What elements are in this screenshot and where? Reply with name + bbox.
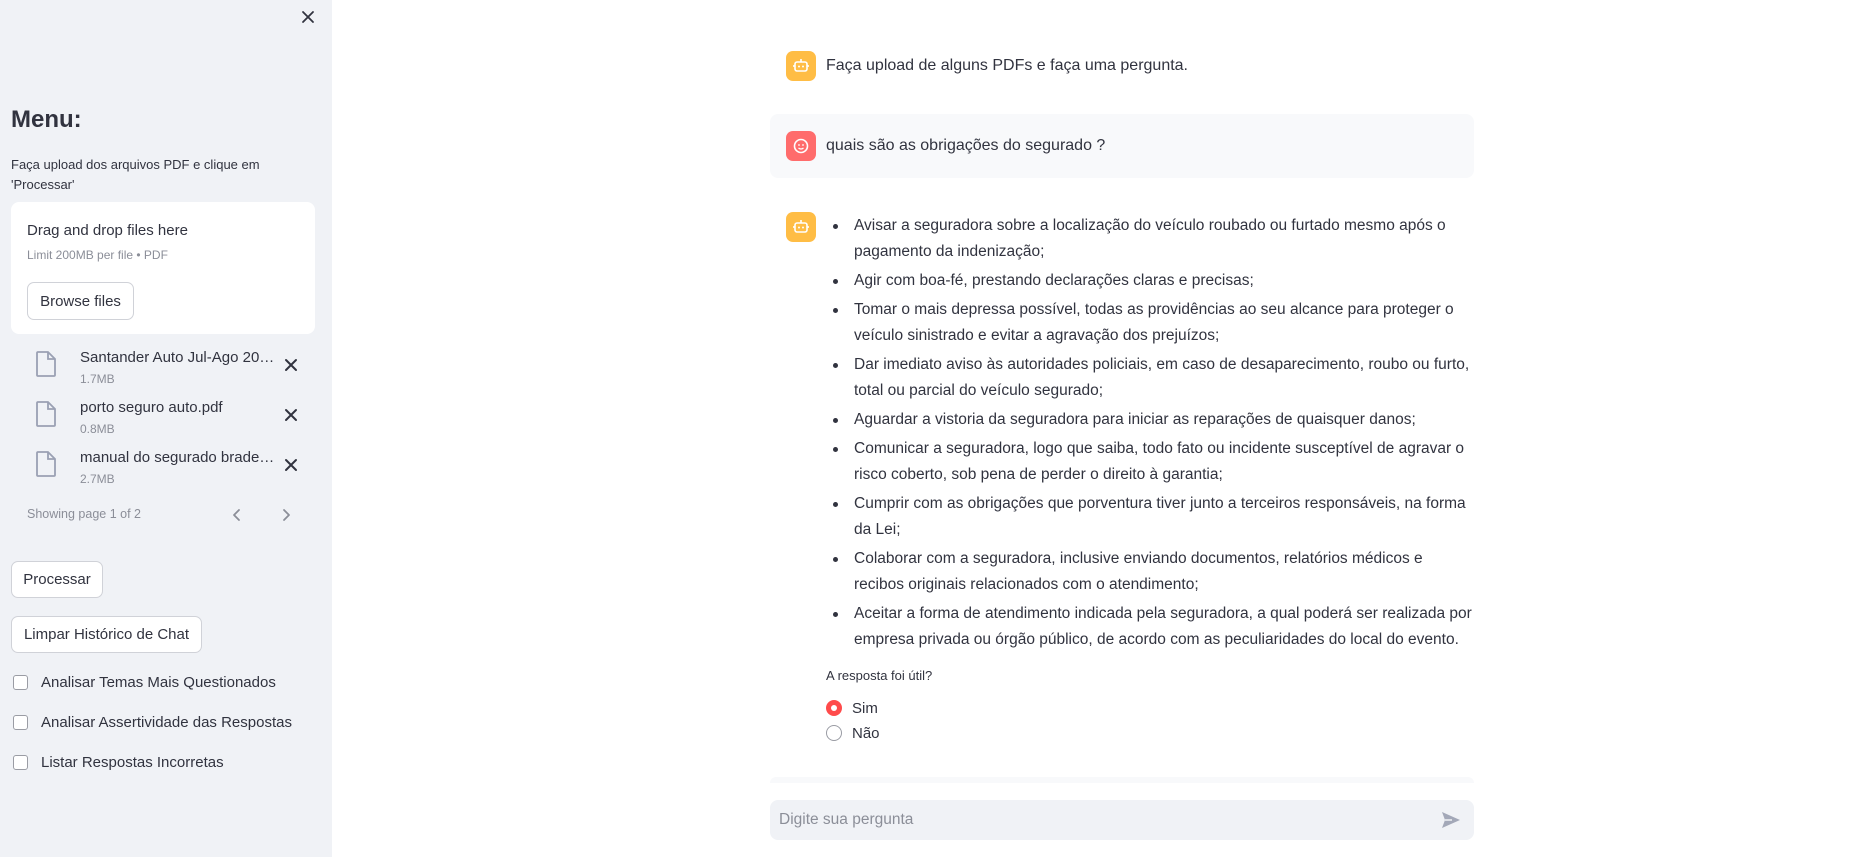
bot-greeting-message: Faça upload de alguns PDFs e faça uma pe…	[826, 57, 1188, 74]
file-size: 2.7MB	[80, 472, 115, 486]
file-name: Santander Auto Jul-Ago 2023.pdf	[80, 349, 280, 366]
file-size: 1.7MB	[80, 372, 115, 386]
list-item: Agir com boa-fé, prestando declarações c…	[826, 268, 1476, 294]
file-item: manual do segurado bradesco.pdf 2.7MB	[11, 445, 315, 495]
sidebar-description: Faça upload dos arquivos PDF e clique em…	[11, 157, 260, 192]
list-item: Comunicar a seguradora, logo que saiba, …	[826, 436, 1476, 488]
file-item: Santander Auto Jul-Ago 2023.pdf 1.7MB	[11, 345, 315, 395]
file-icon	[35, 351, 57, 377]
browse-files-button[interactable]: Browse files	[27, 282, 134, 320]
process-button[interactable]: Processar	[11, 561, 103, 598]
uploaded-file-list: Santander Auto Jul-Ago 2023.pdf 1.7MB po…	[11, 345, 315, 495]
checkbox-analyze-accuracy[interactable]: Analisar Assertividade das Respostas	[13, 711, 292, 733]
send-icon[interactable]	[1440, 809, 1462, 831]
clear-chat-button[interactable]: Limpar Histórico de Chat	[11, 616, 202, 653]
checkbox-label: Listar Respostas Incorretas	[41, 753, 224, 771]
list-item: Colaborar com a seguradora, inclusive en…	[826, 546, 1476, 598]
checkbox[interactable]	[13, 674, 28, 690]
checkbox-label: Analisar Temas Mais Questionados	[41, 673, 276, 691]
feedback-question: A resposta foi útil?	[826, 668, 933, 683]
user-avatar-icon	[786, 131, 816, 161]
chevron-right-icon[interactable]	[279, 508, 293, 522]
list-item: Dar imediato aviso às autoridades polici…	[826, 352, 1476, 404]
dropzone-limit: Limit 200MB per file • PDF	[27, 248, 168, 262]
chevron-left-icon[interactable]	[230, 508, 244, 522]
checkbox-label: Analisar Assertividade das Respostas	[41, 713, 292, 731]
file-dropzone[interactable]: Drag and drop files here Limit 200MB per…	[11, 202, 315, 334]
chat-area: Faça upload de alguns PDFs e faça uma pe…	[332, 0, 1863, 857]
radio-label: Sim	[852, 699, 878, 717]
radio-label: Não	[852, 724, 880, 742]
file-name: porto seguro auto.pdf	[80, 399, 223, 416]
file-size: 0.8MB	[80, 422, 115, 436]
remove-file-icon[interactable]	[281, 405, 301, 425]
dropzone-text: Drag and drop files here	[27, 222, 188, 239]
close-icon[interactable]	[297, 6, 319, 28]
radio-option-sim[interactable]: Sim	[826, 697, 878, 719]
answer-list: Avisar a seguradora sobre a localização …	[826, 213, 1476, 653]
list-item: Avisar a seguradora sobre a localização …	[826, 213, 1476, 265]
file-item: porto seguro auto.pdf 0.8MB	[11, 395, 315, 445]
bot-answer-message: Avisar a seguradora sobre a localização …	[826, 213, 1476, 656]
radio-button[interactable]	[826, 700, 842, 716]
sidebar: Menu: Faça upload dos arquivos PDF e cli…	[0, 0, 332, 857]
pagination-text: Showing page 1 of 2	[27, 507, 141, 521]
file-icon	[35, 451, 57, 477]
checkbox-list-incorrect[interactable]: Listar Respostas Incorretas	[13, 751, 224, 773]
next-message-edge	[770, 777, 1474, 783]
user-question-text: quais são as obrigações do segurado ?	[826, 137, 1106, 154]
checkbox[interactable]	[13, 714, 28, 730]
list-item: Aceitar a forma de atendimento indicada …	[826, 601, 1476, 653]
remove-file-icon[interactable]	[281, 455, 301, 475]
sidebar-title: Menu:	[11, 106, 82, 133]
chat-input[interactable]	[770, 800, 1420, 840]
radio-button[interactable]	[826, 725, 842, 741]
list-item: Cumprir com as obrigações que porventura…	[826, 491, 1476, 543]
checkbox[interactable]	[13, 754, 28, 770]
list-item: Aguardar a vistoria da seguradora para i…	[826, 407, 1476, 433]
checkbox-analyze-topics[interactable]: Analisar Temas Mais Questionados	[13, 671, 276, 693]
file-name: manual do segurado bradesco.pdf	[80, 449, 280, 466]
bot-avatar-icon	[786, 51, 816, 81]
bot-avatar-icon	[786, 212, 816, 242]
chat-input-container	[770, 800, 1474, 840]
radio-option-nao[interactable]: Não	[826, 722, 880, 744]
remove-file-icon[interactable]	[281, 355, 301, 375]
file-icon	[35, 401, 57, 427]
list-item: Tomar o mais depressa possível, todas as…	[826, 297, 1476, 349]
